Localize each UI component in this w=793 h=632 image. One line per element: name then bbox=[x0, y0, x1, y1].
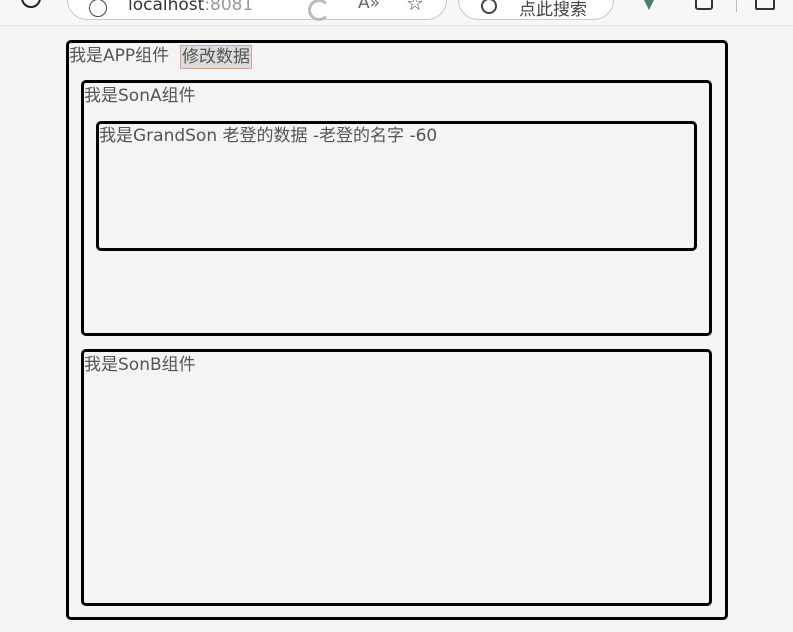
site-info-icon[interactable] bbox=[89, 0, 107, 17]
grandson-component-label: 我是GrandSon 老登的数据 -老登的名字 -60 bbox=[99, 126, 438, 146]
reload-icon[interactable] bbox=[21, 0, 41, 8]
favorite-star-icon[interactable]: ☆ bbox=[406, 0, 424, 15]
search-icon bbox=[481, 0, 497, 14]
edge-icon[interactable] bbox=[308, 0, 330, 21]
extensions-icon[interactable] bbox=[695, 0, 713, 10]
browser-search-box[interactable]: 点此搜索 bbox=[458, 0, 614, 20]
read-aloud-icon[interactable]: A» bbox=[358, 0, 380, 13]
sonb-component-label: 我是SonB组件 bbox=[84, 355, 196, 375]
app-component-label: 我是APP组件 bbox=[69, 46, 170, 66]
search-placeholder: 点此搜索 bbox=[519, 0, 587, 20]
grandson-component: 我是GrandSon 老登的数据 -老登的名字 -60 bbox=[96, 121, 697, 251]
split-screen-icon[interactable] bbox=[755, 0, 775, 10]
toolbar-divider bbox=[736, 0, 737, 12]
vue-devtools-icon[interactable] bbox=[641, 0, 657, 10]
sonb-component: 我是SonB组件 bbox=[81, 349, 712, 606]
modify-data-button[interactable]: 修改数据 bbox=[180, 45, 252, 69]
url-text[interactable]: localhost:8081 bbox=[128, 0, 253, 15]
address-bar[interactable]: localhost:8081 A» ☆ bbox=[67, 0, 447, 21]
sona-component-label: 我是SonA组件 bbox=[84, 86, 196, 106]
browser-toolbar: localhost:8081 A» ☆ 点此搜索 bbox=[0, 0, 793, 26]
